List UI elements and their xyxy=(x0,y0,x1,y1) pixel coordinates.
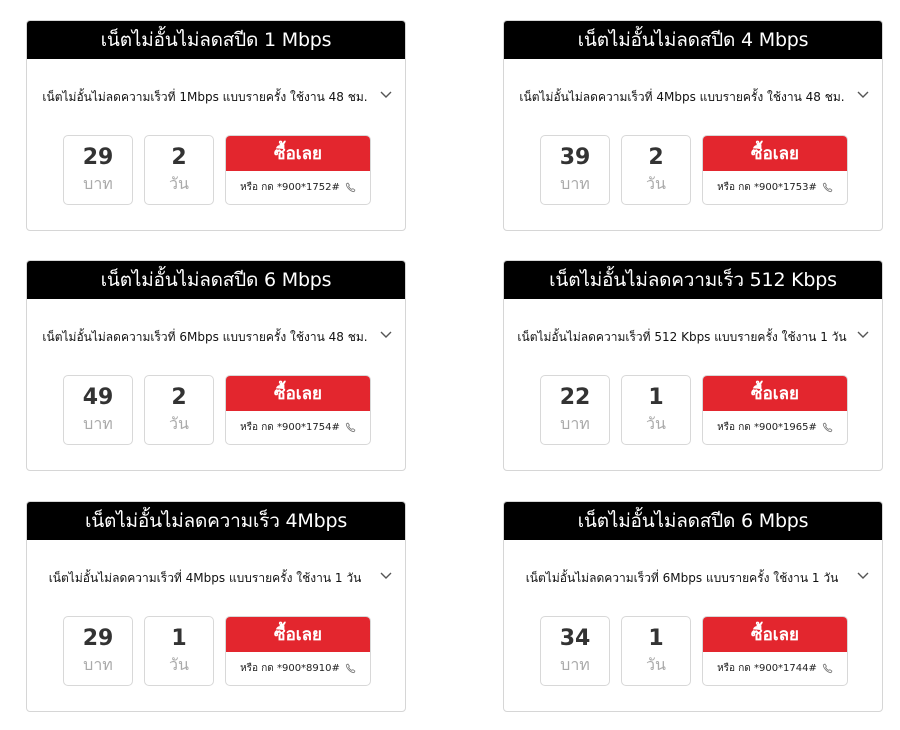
price-unit: บาท xyxy=(83,174,113,193)
duration-unit: วัน xyxy=(646,174,666,193)
dial-code-text: หรือ กด *900*8910# xyxy=(240,663,340,674)
duration-box: 2 วัน xyxy=(144,135,214,205)
chevron-down-icon[interactable] xyxy=(856,327,870,341)
dial-code-link[interactable]: หรือ กด *900*1752# xyxy=(226,171,370,204)
dial-code-text: หรือ กด *900*1754# xyxy=(240,422,340,433)
chevron-down-icon[interactable] xyxy=(856,87,870,101)
buy-now-button[interactable]: ซื้อเลย xyxy=(226,617,370,652)
buy-now-button[interactable]: ซื้อเลย xyxy=(226,136,370,171)
package-card: เน็ตไม่อั้นไม่ลดความเร็ว 512 Kbps เน็ตไม… xyxy=(503,260,883,471)
duration-box: 2 วัน xyxy=(144,375,214,445)
duration-value: 2 xyxy=(171,145,187,170)
buy-panel: ซื้อเลย หรือ กด *900*1754# xyxy=(225,375,371,445)
phone-icon xyxy=(345,663,356,674)
duration-value: 1 xyxy=(171,626,187,651)
duration-box: 1 วัน xyxy=(144,616,214,686)
phone-icon xyxy=(822,182,833,193)
buy-now-button[interactable]: ซื้อเลย xyxy=(703,136,847,171)
price-value: 22 xyxy=(559,385,591,410)
duration-unit: วัน xyxy=(169,414,189,433)
buy-panel: ซื้อเลย หรือ กด *900*1752# xyxy=(225,135,371,205)
phone-icon xyxy=(345,182,356,193)
chevron-down-icon[interactable] xyxy=(379,87,393,101)
package-title: เน็ตไม่อั้นไม่ลดสปีด 1 Mbps xyxy=(27,21,405,59)
duration-box: 2 วัน xyxy=(621,135,691,205)
dial-code-text: หรือ กด *900*1965# xyxy=(717,422,817,433)
dial-code-link[interactable]: หรือ กด *900*8910# xyxy=(226,652,370,685)
package-description[interactable]: เน็ตไม่อั้นไม่ลดความเร็วที่ 1Mbps แบบราย… xyxy=(27,59,405,135)
buy-panel: ซื้อเลย หรือ กด *900*1753# xyxy=(702,135,848,205)
package-title: เน็ตไม่อั้นไม่ลดสปีด 6 Mbps xyxy=(504,502,882,540)
package-description-text: เน็ตไม่อั้นไม่ลดความเร็วที่ 6Mbps แบบราย… xyxy=(42,329,368,344)
package-title: เน็ตไม่อั้นไม่ลดสปีด 6 Mbps xyxy=(27,261,405,299)
price-box: 29 บาท xyxy=(63,135,133,205)
price-box: 34 บาท xyxy=(540,616,610,686)
dial-code-link[interactable]: หรือ กด *900*1744# xyxy=(703,652,847,685)
phone-icon xyxy=(345,422,356,433)
duration-value: 2 xyxy=(171,385,187,410)
price-unit: บาท xyxy=(560,414,590,433)
package-card: เน็ตไม่อั้นไม่ลดสปีด 6 Mbps เน็ตไม่อั้นไ… xyxy=(26,260,406,471)
package-description[interactable]: เน็ตไม่อั้นไม่ลดความเร็วที่ 6Mbps แบบราย… xyxy=(504,540,882,616)
package-title: เน็ตไม่อั้นไม่ลดความเร็ว 4Mbps xyxy=(27,502,405,540)
dial-code-text: หรือ กด *900*1752# xyxy=(240,182,340,193)
dial-code-link[interactable]: หรือ กด *900*1753# xyxy=(703,171,847,204)
duration-unit: วัน xyxy=(646,655,666,674)
price-value: 49 xyxy=(82,385,114,410)
package-card: เน็ตไม่อั้นไม่ลดสปีด 4 Mbps เน็ตไม่อั้นไ… xyxy=(503,20,883,231)
buy-now-button[interactable]: ซื้อเลย xyxy=(226,376,370,411)
package-description[interactable]: เน็ตไม่อั้นไม่ลดความเร็วที่ 512 Kbps แบบ… xyxy=(504,299,882,375)
package-description-text: เน็ตไม่อั้นไม่ลดความเร็วที่ 1Mbps แบบราย… xyxy=(42,89,368,104)
package-description[interactable]: เน็ตไม่อั้นไม่ลดความเร็วที่ 4Mbps แบบราย… xyxy=(504,59,882,135)
phone-icon xyxy=(822,422,833,433)
price-unit: บาท xyxy=(560,655,590,674)
duration-value: 1 xyxy=(648,626,664,651)
buy-now-button[interactable]: ซื้อเลย xyxy=(703,376,847,411)
buy-now-button[interactable]: ซื้อเลย xyxy=(703,617,847,652)
dial-code-link[interactable]: หรือ กด *900*1754# xyxy=(226,411,370,444)
price-box: 29 บาท xyxy=(63,616,133,686)
package-description[interactable]: เน็ตไม่อั้นไม่ลดความเร็วที่ 4Mbps แบบราย… xyxy=(27,540,405,616)
chevron-down-icon[interactable] xyxy=(379,568,393,582)
buy-panel: ซื้อเลย หรือ กด *900*8910# xyxy=(225,616,371,686)
package-card: เน็ตไม่อั้นไม่ลดสปีด 1 Mbps เน็ตไม่อั้นไ… xyxy=(26,20,406,231)
price-unit: บาท xyxy=(560,174,590,193)
dial-code-link[interactable]: หรือ กด *900*1965# xyxy=(703,411,847,444)
package-card: เน็ตไม่อั้นไม่ลดสปีด 6 Mbps เน็ตไม่อั้นไ… xyxy=(503,501,883,712)
package-description-text: เน็ตไม่อั้นไม่ลดความเร็วที่ 512 Kbps แบบ… xyxy=(517,329,847,344)
price-value: 34 xyxy=(559,626,591,651)
price-box: 39 บาท xyxy=(540,135,610,205)
package-description-text: เน็ตไม่อั้นไม่ลดความเร็วที่ 4Mbps แบบราย… xyxy=(519,89,845,104)
price-unit: บาท xyxy=(83,655,113,674)
duration-unit: วัน xyxy=(646,414,666,433)
dial-code-text: หรือ กด *900*1753# xyxy=(717,182,817,193)
buy-panel: ซื้อเลย หรือ กด *900*1965# xyxy=(702,375,848,445)
price-value: 29 xyxy=(82,626,114,651)
duration-value: 1 xyxy=(648,385,664,410)
chevron-down-icon[interactable] xyxy=(856,568,870,582)
duration-box: 1 วัน xyxy=(621,375,691,445)
package-description-text: เน็ตไม่อั้นไม่ลดความเร็วที่ 4Mbps แบบราย… xyxy=(48,570,362,585)
price-box: 22 บาท xyxy=(540,375,610,445)
package-grid: เน็ตไม่อั้นไม่ลดสปีด 1 Mbps เน็ตไม่อั้นไ… xyxy=(0,0,900,730)
package-title: เน็ตไม่อั้นไม่ลดสปีด 4 Mbps xyxy=(504,21,882,59)
price-value: 39 xyxy=(559,145,591,170)
package-description-text: เน็ตไม่อั้นไม่ลดความเร็วที่ 6Mbps แบบราย… xyxy=(525,570,839,585)
duration-unit: วัน xyxy=(169,655,189,674)
package-card: เน็ตไม่อั้นไม่ลดความเร็ว 4Mbps เน็ตไม่อั… xyxy=(26,501,406,712)
duration-unit: วัน xyxy=(169,174,189,193)
price-box: 49 บาท xyxy=(63,375,133,445)
package-description[interactable]: เน็ตไม่อั้นไม่ลดความเร็วที่ 6Mbps แบบราย… xyxy=(27,299,405,375)
package-title: เน็ตไม่อั้นไม่ลดความเร็ว 512 Kbps xyxy=(504,261,882,299)
price-unit: บาท xyxy=(83,414,113,433)
chevron-down-icon[interactable] xyxy=(379,327,393,341)
buy-panel: ซื้อเลย หรือ กด *900*1744# xyxy=(702,616,848,686)
duration-value: 2 xyxy=(648,145,664,170)
duration-box: 1 วัน xyxy=(621,616,691,686)
dial-code-text: หรือ กด *900*1744# xyxy=(717,663,817,674)
phone-icon xyxy=(822,663,833,674)
price-value: 29 xyxy=(82,145,114,170)
